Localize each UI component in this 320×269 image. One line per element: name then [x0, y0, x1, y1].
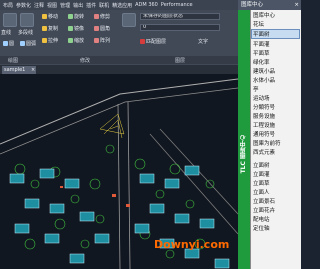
- palette-item[interactable]: 运动场: [253, 94, 270, 102]
- array-button[interactable]: 阵列: [94, 37, 110, 44]
- menu-layout[interactable]: 布局: [3, 2, 13, 9]
- palette-item[interactable]: 亭: [253, 85, 259, 93]
- palette-item[interactable]: 定位轴: [253, 224, 270, 232]
- array-icon: [94, 38, 99, 43]
- trim-icon: [94, 14, 99, 19]
- menu-online[interactable]: 联机: [99, 2, 109, 9]
- palette-item[interactable]: 通用符号: [253, 130, 275, 138]
- current-layer-combo[interactable]: 0: [140, 24, 220, 31]
- panel-title-layer: 图层: [175, 58, 186, 64]
- menu-performance[interactable]: Performance: [161, 2, 193, 8]
- move-icon: [42, 14, 47, 19]
- palette-title-bar: 图库中心 ×: [238, 0, 301, 10]
- polyline-tool-button[interactable]: [20, 13, 34, 27]
- menu-featured[interactable]: 精选应用: [112, 2, 132, 9]
- mirror-icon: [68, 26, 73, 31]
- palette-item[interactable]: 立面灌: [253, 170, 270, 178]
- layer-properties-button[interactable]: [122, 13, 136, 27]
- match-layer-button[interactable]: 匹配图层: [140, 38, 166, 45]
- close-tab-icon[interactable]: ×: [31, 66, 35, 74]
- palette-item[interactable]: 立面人: [253, 188, 270, 196]
- panel-title-draw: 绘图: [8, 58, 19, 64]
- palette-item[interactable]: 西式元素: [253, 148, 275, 156]
- document-tab[interactable]: sample1 ×: [2, 66, 36, 74]
- menu-adm[interactable]: ADM 360: [135, 2, 158, 8]
- rotate-button[interactable]: 旋转: [68, 13, 84, 20]
- layer-state-combo[interactable]: 未保存的图层状态: [140, 13, 220, 20]
- stretch-icon: [42, 38, 47, 43]
- palette-item[interactable]: 平面灌: [253, 40, 270, 48]
- scale-button[interactable]: 缩放: [68, 37, 84, 44]
- menu-parametric[interactable]: 参数化: [16, 2, 31, 9]
- watermark: Downyi.com: [154, 238, 230, 251]
- arc-tool-button[interactable]: 圆弧: [20, 40, 36, 47]
- fillet-icon: [94, 26, 99, 31]
- palette-item[interactable]: 立面景石: [253, 197, 275, 205]
- rotate-icon: [68, 14, 73, 19]
- palette-item-selected[interactable]: 平面树: [251, 29, 300, 39]
- copy-icon: [42, 26, 47, 31]
- palette-item[interactable]: 平面草: [253, 49, 270, 57]
- menu-view[interactable]: 视图: [47, 2, 57, 9]
- move-button[interactable]: 移动: [42, 13, 58, 20]
- palette-item[interactable]: 分類符号: [253, 103, 275, 111]
- palette-item[interactable]: 花坛: [253, 20, 264, 28]
- line-tool-button[interactable]: [3, 13, 17, 27]
- menu-plugins[interactable]: 插件: [86, 2, 96, 9]
- scale-icon: [68, 38, 73, 43]
- palette-item[interactable]: 绿化率: [253, 58, 270, 66]
- palette-item[interactable]: 工程设施: [253, 121, 275, 129]
- palette-item[interactable]: 图庫为前符: [253, 139, 281, 147]
- annotation-button[interactable]: 文字: [198, 38, 208, 45]
- stretch-button[interactable]: 拉伸: [42, 37, 58, 44]
- line-tool-label: 直线: [1, 30, 12, 36]
- palette-list: 图库中心 花坛 平面树 平面灌 平面草 绿化率 建筑小品 水体小品 亭 运动场 …: [250, 10, 301, 269]
- palette-item[interactable]: 配电站: [253, 215, 270, 223]
- fillet-button[interactable]: 圆角: [94, 25, 110, 32]
- palette-item[interactable]: 服务设施: [253, 112, 275, 120]
- palette-item[interactable]: 水体小品: [253, 76, 275, 84]
- palette-item[interactable]: 立面树: [253, 161, 270, 169]
- menu-annotate[interactable]: 注释: [34, 2, 44, 9]
- document-tab-bar: sample1 ×: [0, 65, 238, 74]
- close-palette-icon[interactable]: ×: [294, 0, 299, 10]
- panel-title-modify: 修改: [80, 58, 91, 64]
- menu-bar: 布局 参数化 注释 视图 管理 输出 插件 联机 精选应用 ADM 360 Pe…: [0, 0, 238, 10]
- polyline-tool-label: 多段线: [18, 30, 34, 36]
- menu-manage[interactable]: 管理: [60, 2, 70, 9]
- palette-item[interactable]: 立面草: [253, 179, 270, 187]
- palette-item[interactable]: 立面花卉: [253, 206, 275, 214]
- mirror-button[interactable]: 镜像: [68, 25, 84, 32]
- layer-color-icon: [140, 39, 145, 44]
- circle-tool-button[interactable]: 圆: [3, 40, 14, 47]
- trim-button[interactable]: 修剪: [94, 13, 110, 20]
- palette-item[interactable]: 图库中心: [253, 11, 275, 19]
- ribbon-panel-titles: 绘图 修改 图层: [0, 56, 238, 64]
- copy-button[interactable]: 复制: [42, 25, 58, 32]
- menu-output[interactable]: 输出: [73, 2, 83, 9]
- palette-strip-label: TLC 图库中心: [240, 135, 247, 174]
- palette-item[interactable]: 建筑小品: [253, 67, 275, 75]
